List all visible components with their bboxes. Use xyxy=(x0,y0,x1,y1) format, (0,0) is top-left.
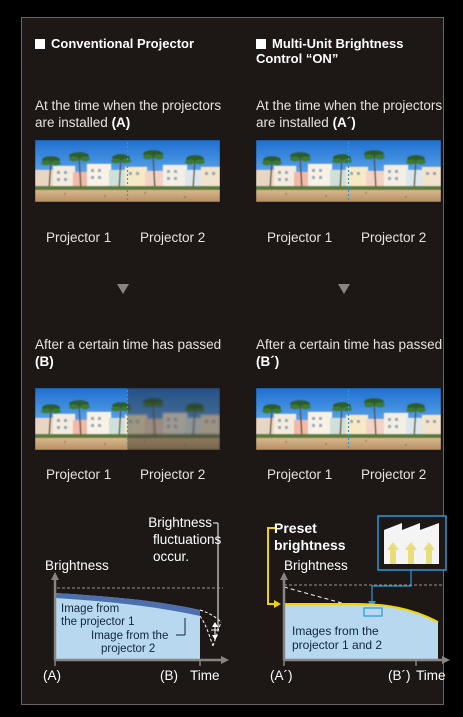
x-tick-b: (B) xyxy=(160,668,178,683)
y-axis-label: Brightness xyxy=(284,558,348,573)
preset-line-2: brightness xyxy=(274,537,346,553)
image-from-projector2-line2: projector 2 xyxy=(101,643,155,655)
images-line-2: projector 1 and 2 xyxy=(292,638,382,652)
y-axis-label: Brightness xyxy=(45,558,109,573)
comparison-panel: Conventional Projector At the time when … xyxy=(21,17,450,705)
x-tick-b: (B´) xyxy=(388,668,411,683)
x-axis-label: Time xyxy=(416,668,446,683)
x-tick-a: (A) xyxy=(43,668,61,683)
image-from-projector2-line1: Image from the xyxy=(91,630,168,642)
callout-line-2: fluctuations xyxy=(153,532,222,547)
image-from-projector1-line2: the projector 1 xyxy=(61,616,135,628)
images-line-1: Images from the xyxy=(292,624,379,638)
x-tick-a: (A´) xyxy=(270,668,293,683)
preset-line-1: Preset xyxy=(274,520,317,536)
brightness-graph-multi-unit: Preset brightness Brightness Images from… xyxy=(267,515,450,683)
x-axis-label: Time xyxy=(190,668,220,683)
image-from-projector1-line1: Image from xyxy=(61,603,119,615)
brightness-graph-conventional: Brightness fluctuations occur. Brightnes… xyxy=(43,515,229,683)
callout-line-3: occur. xyxy=(153,549,189,564)
callout-line-1: Brightness xyxy=(148,515,212,530)
